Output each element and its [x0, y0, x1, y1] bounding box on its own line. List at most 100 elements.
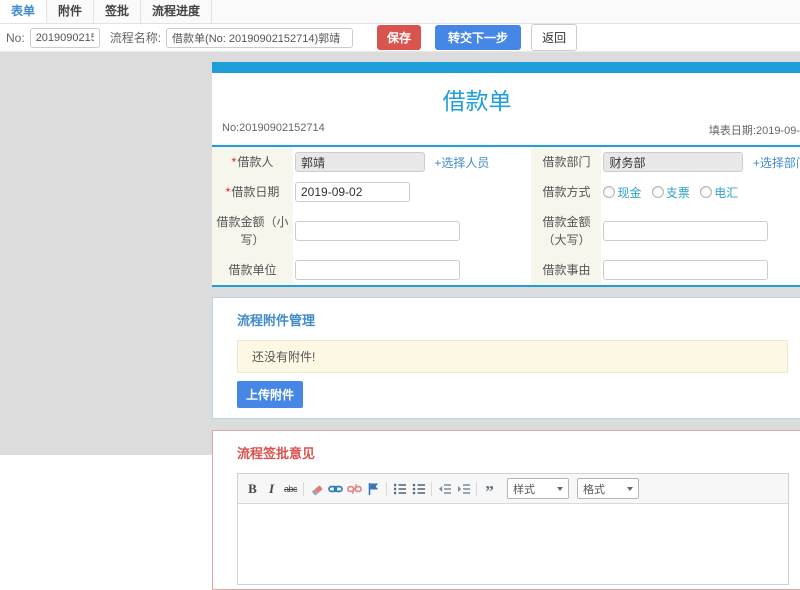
anchor-flag-icon[interactable]	[364, 480, 383, 497]
amount-lower-label: 借款金额（小写）	[216, 215, 289, 247]
page-background: 借款单 No:20190902152714 填表日期:2019-09-02 15…	[0, 52, 800, 590]
chevron-down-icon	[557, 486, 563, 491]
unit-label-cell: 借款单位	[212, 255, 293, 285]
approval-comments-section: 流程签批意见 B I abc ” 样式 格式	[212, 430, 800, 590]
required-mark: *	[231, 155, 237, 169]
format-dropdown[interactable]: 格式	[577, 478, 639, 499]
required-mark: *	[225, 185, 231, 199]
form-meta-row: No:20190902152714 填表日期:2019-09-02 15:27:…	[212, 119, 800, 145]
toolbar-separator	[386, 481, 387, 496]
amount-upper-label: 借款金额（大写）	[542, 215, 591, 247]
unit-label: 借款单位	[228, 263, 277, 277]
reason-label: 借款事由	[542, 263, 591, 277]
borrower-label-cell: *借款人	[212, 147, 293, 177]
loan-date-value-cell	[293, 177, 532, 207]
card-top-bar	[212, 62, 800, 73]
amount-lower-value-cell	[293, 207, 532, 255]
numbered-list-icon[interactable]	[390, 480, 409, 497]
no-input[interactable]	[29, 27, 100, 48]
upload-attachment-button[interactable]: 上传附件	[237, 381, 304, 408]
form-no-text: No:20190902152714	[222, 122, 325, 134]
radio-icon	[700, 185, 713, 198]
remove-format-icon[interactable]	[307, 480, 326, 497]
select-department-link[interactable]: +选择部门	[753, 156, 800, 170]
amount-upper-value-cell	[601, 207, 800, 255]
toolbar-separator	[303, 481, 304, 496]
radio-option-wire[interactable]: 电汇	[700, 185, 739, 200]
unit-value-cell	[293, 255, 532, 285]
method-label-cell: 借款方式	[531, 177, 602, 207]
amount-lower-input[interactable]	[295, 221, 460, 241]
amount-lower-label-cell: 借款金额（小写）	[212, 207, 293, 255]
loan-form-table: *借款人 +选择人员 借款部门 +选择部门 *借款日期	[212, 147, 800, 285]
editor-toolbar: B I abc ” 样式 格式	[238, 474, 788, 504]
tab-attachments[interactable]: 附件	[47, 0, 95, 23]
unit-input[interactable]	[295, 260, 460, 280]
radio-icon	[603, 185, 616, 198]
strikethrough-icon[interactable]: abc	[281, 480, 300, 497]
rich-text-editor: B I abc ” 样式 格式	[237, 473, 789, 585]
table-row: *借款日期 借款方式 现金 支票 电汇	[212, 177, 800, 207]
bulleted-list-icon[interactable]	[409, 480, 428, 497]
select-person-link[interactable]: +选择人员	[434, 156, 489, 170]
loan-date-label: 借款日期	[231, 185, 280, 199]
method-label: 借款方式	[542, 185, 591, 199]
styles-dropdown[interactable]: 样式	[507, 478, 569, 499]
loan-date-input[interactable]	[295, 182, 410, 202]
table-row: *借款人 +选择人员 借款部门 +选择部门	[212, 147, 800, 177]
indent-icon[interactable]	[454, 480, 473, 497]
no-label: No:	[6, 30, 25, 45]
bold-icon[interactable]: B	[243, 480, 262, 497]
action-toolbar: No: 流程名称: 保存 转交下一步 返回	[0, 24, 800, 52]
loan-form-card: 借款单 No:20190902152714 填表日期:2019-09-02 15…	[212, 62, 800, 287]
tab-approval[interactable]: 签批	[94, 0, 142, 23]
radio-option-cheque[interactable]: 支票	[651, 185, 690, 200]
table-row: 借款金额（小写） 借款金额（大写）	[212, 207, 800, 255]
radio-label-cash: 现金	[617, 185, 642, 200]
borrower-value-cell: +选择人员	[293, 147, 532, 177]
italic-icon[interactable]: I	[262, 480, 281, 497]
save-button[interactable]: 保存	[377, 25, 422, 50]
format-dropdown-label: 格式	[583, 483, 605, 496]
borrower-input[interactable]	[295, 152, 425, 172]
radio-option-cash[interactable]: 现金	[603, 185, 642, 200]
fill-date-text: 填表日期:2019-09-02 15:27:1	[708, 125, 800, 137]
editor-content-area[interactable]	[238, 504, 788, 584]
unlink-icon[interactable]	[345, 480, 364, 497]
toolbar-separator	[476, 481, 477, 496]
outdent-icon[interactable]	[435, 480, 454, 497]
borrower-label: 借款人	[237, 155, 274, 169]
attachments-section: 流程附件管理 还没有附件! 上传附件	[212, 297, 800, 419]
tab-form[interactable]: 表单	[0, 0, 48, 23]
toolbar-separator	[431, 481, 432, 496]
table-row: 借款单位 借款事由	[212, 255, 800, 285]
department-label-cell: 借款部门	[531, 147, 602, 177]
radio-label-wire: 电汇	[714, 185, 739, 200]
reason-input[interactable]	[603, 260, 769, 280]
loan-date-label-cell: *借款日期	[212, 177, 293, 207]
radio-label-cheque: 支票	[665, 185, 690, 200]
reason-value-cell	[601, 255, 800, 285]
process-name-input[interactable]	[166, 27, 354, 48]
radio-icon	[651, 185, 664, 198]
amount-upper-label-cell: 借款金额（大写）	[531, 207, 602, 255]
tab-bar: 表单 附件 签批 流程进度	[0, 0, 800, 24]
process-name-label: 流程名称:	[109, 31, 162, 45]
department-input[interactable]	[603, 152, 744, 172]
tab-process-progress[interactable]: 流程进度	[141, 0, 213, 23]
reason-label-cell: 借款事由	[531, 255, 602, 285]
amount-upper-input[interactable]	[603, 221, 769, 241]
no-attachments-message: 还没有附件!	[237, 340, 788, 373]
blockquote-icon[interactable]: ”	[480, 477, 499, 500]
styles-dropdown-label: 样式	[513, 483, 535, 496]
chevron-down-icon	[627, 486, 633, 491]
method-value-cell: 现金 支票 电汇	[601, 177, 800, 207]
link-icon[interactable]	[326, 480, 345, 497]
department-label: 借款部门	[542, 155, 591, 169]
attachments-section-title: 流程附件管理	[237, 313, 316, 328]
divider-line	[212, 285, 800, 287]
forward-next-step-button[interactable]: 转交下一步	[435, 25, 522, 50]
department-value-cell: +选择部门	[601, 147, 800, 177]
page-title: 借款单	[442, 88, 512, 114]
back-button[interactable]: 返回	[531, 24, 578, 51]
